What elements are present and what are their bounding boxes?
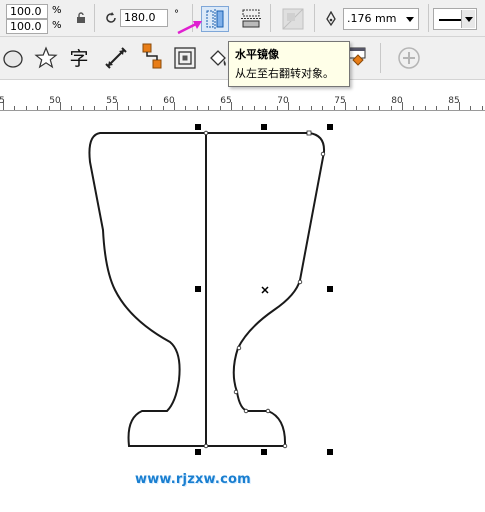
star-icon (34, 46, 58, 69)
selection-handle-bottom-right (327, 449, 333, 455)
separator (270, 4, 271, 32)
scale-x-field[interactable]: 100.0 (6, 4, 48, 19)
align-grid-button[interactable] (280, 6, 306, 32)
ruler-label: 55 (106, 96, 118, 106)
drawing-canvas[interactable] (0, 111, 485, 508)
ruler-label: 5 (0, 96, 5, 106)
ruler-label: 50 (49, 96, 61, 106)
ruler-label: 80 (391, 96, 403, 106)
star-tool-button[interactable] (33, 45, 59, 71)
contour-icon (174, 47, 196, 69)
tooltip-title: 水平镜像 (235, 48, 279, 61)
tooltip-description: 从左至右翻转对象。 (235, 67, 334, 80)
percent-y-label: % (52, 20, 62, 31)
selection-handle-middle-right (327, 286, 333, 292)
text-tool-button[interactable]: 字 (66, 44, 92, 70)
selection-handle-top-left (195, 124, 201, 130)
selection-handle-bottom-center (261, 449, 267, 455)
fill-bucket-icon (210, 50, 226, 66)
lock-ratio-icon[interactable] (68, 5, 94, 31)
outline-width-dropdown[interactable]: .176 mm (343, 8, 419, 30)
chevron-down-icon (406, 17, 414, 22)
connector-tool-button[interactable] (139, 43, 165, 69)
selection-handle-top-center (261, 124, 267, 130)
separator (428, 4, 429, 32)
connector-icon (142, 43, 162, 69)
separator (314, 4, 315, 32)
plus-circle-icon (398, 47, 420, 69)
mirror-vertical-icon (241, 9, 261, 28)
line-style-dropdown-button[interactable] (461, 10, 475, 28)
selection-center-marker[interactable] (261, 286, 269, 294)
ruler-label: 85 (448, 96, 460, 106)
horizontal-ruler[interactable]: 5 50 55 60 65 70 75 80 85 (0, 92, 485, 111)
ellipse-tool-button[interactable] (0, 45, 26, 71)
separator (380, 43, 381, 73)
ellipse-icon (3, 50, 23, 68)
outline-pen-icon (318, 6, 344, 32)
line-style-preview (439, 19, 461, 21)
ruler-label: 65 (220, 96, 232, 106)
ruler-ticks (3, 102, 483, 110)
outline-width-value: .176 mm (347, 12, 397, 25)
ruler-label: 70 (277, 96, 289, 106)
contour-tool-button[interactable] (172, 45, 198, 71)
watermark-text: www.rjzxw.com (135, 472, 251, 487)
scale-y-field[interactable]: 100.0 (6, 19, 48, 34)
align-grid-icon (282, 8, 304, 30)
ruler-label: 75 (334, 96, 346, 106)
rotation-angle-field[interactable]: 180.0 (120, 9, 168, 27)
canvas-svg (88, 124, 333, 455)
chevron-down-icon (465, 17, 473, 22)
selection-handle-bottom-left (195, 449, 201, 455)
dimension-tool-button[interactable] (103, 45, 129, 71)
selection-handle-middle-left (195, 286, 201, 292)
dimension-icon (105, 47, 127, 69)
ruler-label: 60 (163, 96, 175, 106)
line-style-dropdown[interactable] (433, 8, 477, 30)
separator (94, 4, 95, 32)
add-tool-button[interactable] (396, 45, 422, 71)
tooltip: 水平镜像 从左至右翻转对象。 (228, 41, 350, 87)
mirror-vertical-button[interactable] (238, 6, 264, 32)
text-tool-glyph: 字 (69, 47, 89, 70)
pointer-arrow-icon (177, 21, 202, 35)
percent-x-label: % (52, 5, 62, 16)
selection-handle-top-right (327, 124, 333, 130)
property-bar: 100.0 100.0 % % 180.0 ° .176 mm (0, 0, 485, 37)
